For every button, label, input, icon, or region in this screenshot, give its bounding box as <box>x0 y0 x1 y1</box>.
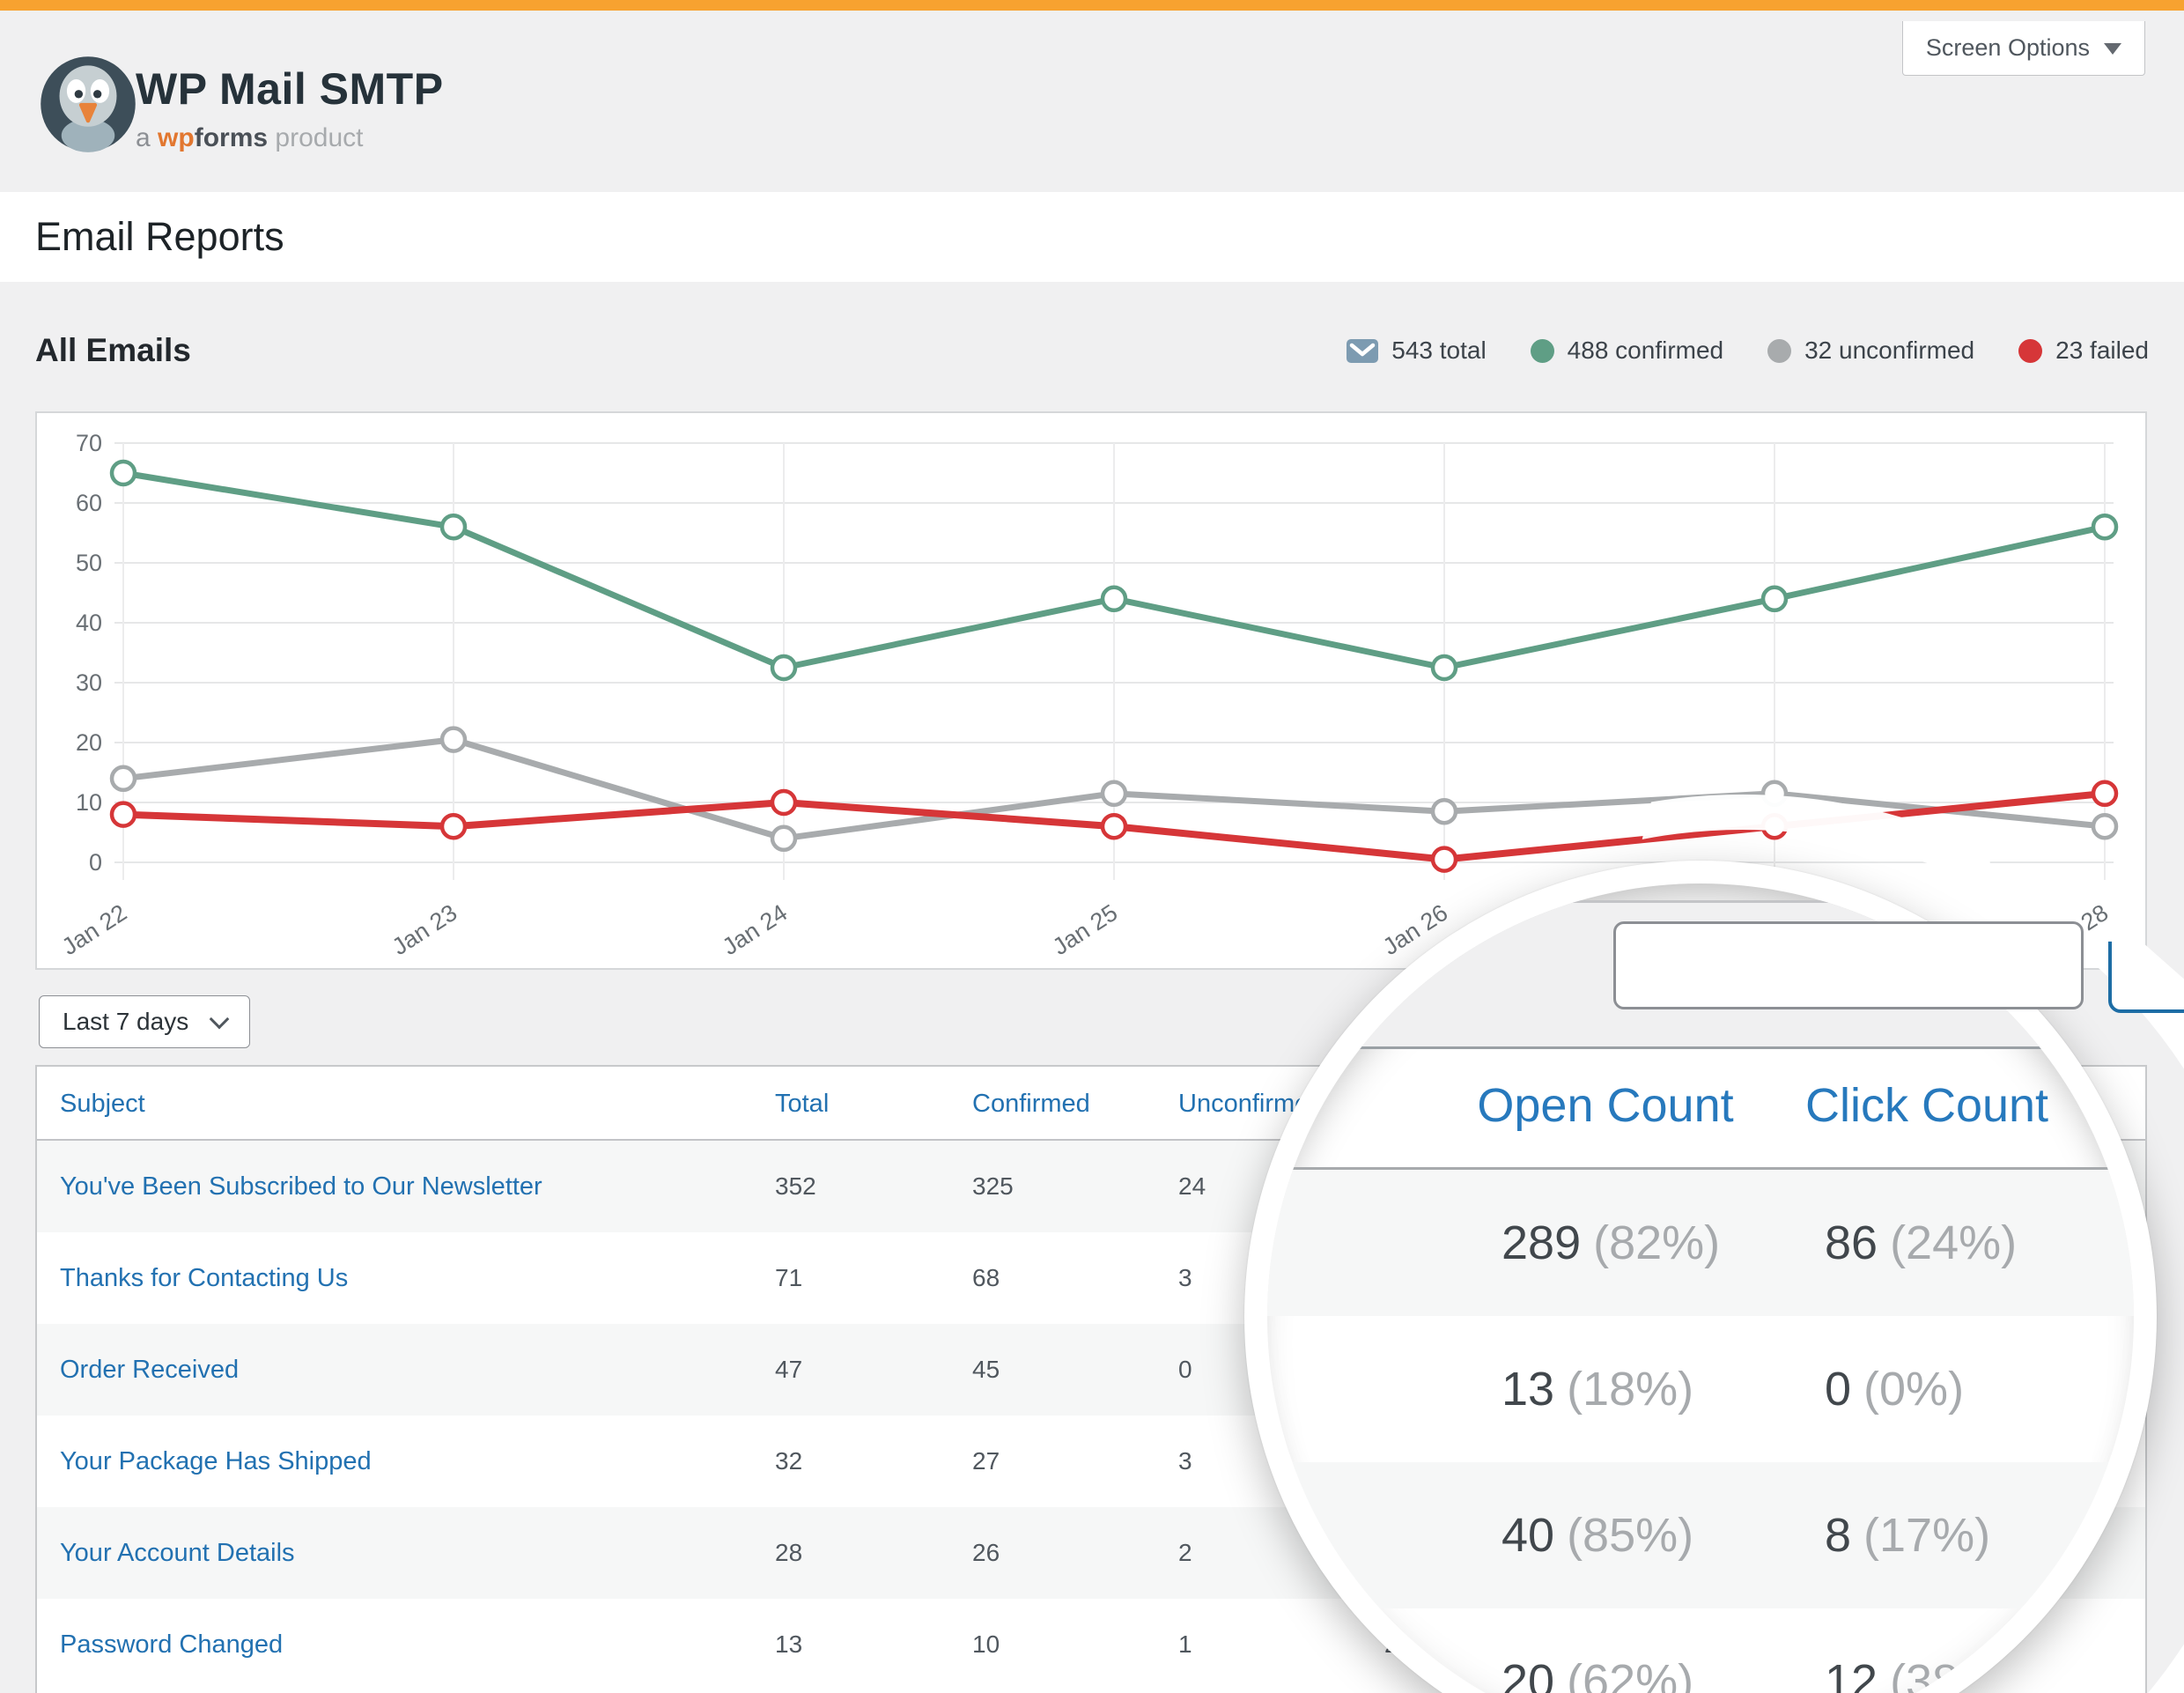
wp-mail-smtp-pigeon-logo <box>39 55 137 153</box>
email-subject-link[interactable]: Order Received <box>60 1324 239 1416</box>
unconfirmed-value: 0 <box>1178 1324 1192 1416</box>
page-title: Email Reports <box>35 192 284 282</box>
chevron-down-icon <box>2104 43 2121 55</box>
legend-label: 488 confirmed <box>1568 336 1723 365</box>
total-value: 71 <box>775 1232 802 1324</box>
total-value: 28 <box>775 1507 802 1599</box>
column-header-click-count[interactable]: Click Count <box>1805 1070 2048 1141</box>
svg-text:70: 70 <box>76 430 102 456</box>
open-count-value: 289(82%) <box>1502 1170 1720 1316</box>
svg-text:Jan 23: Jan 23 <box>387 899 461 960</box>
confirmed-value: 68 <box>972 1232 1000 1324</box>
unconfirmed-value: 2 <box>1178 1507 1192 1599</box>
tagline-forms: forms <box>195 123 268 152</box>
svg-text:40: 40 <box>76 610 102 636</box>
confirmed-value: 27 <box>972 1416 1000 1507</box>
confirmed-value: 325 <box>972 1141 1014 1232</box>
svg-text:Jan 24: Jan 24 <box>718 899 792 960</box>
click-count-value: 12(38%) <box>1825 1608 2017 1693</box>
legend-item: 23 failed <box>2018 336 2149 365</box>
brand-top-bar <box>0 0 2184 11</box>
confirmed-value: 26 <box>972 1507 1000 1599</box>
svg-text:Jan 22: Jan 22 <box>57 899 131 960</box>
click-count-value: 0(0%) <box>1825 1316 1964 1462</box>
unconfirmed-value: 1 <box>1178 1599 1192 1690</box>
tagline-wp: wp <box>158 123 195 152</box>
legend-item: 32 unconfirmed <box>1767 336 1974 365</box>
envelope-icon <box>1347 339 1378 363</box>
magnified-table-row: 40(85%) 8(17%) <box>1267 1462 2134 1608</box>
svg-text:10: 10 <box>76 789 102 816</box>
magnified-table-row: 289(82%) 86(24%) <box>1267 1170 2134 1316</box>
svg-text:60: 60 <box>76 490 102 516</box>
column-header-subject[interactable]: Subject <box>60 1067 145 1141</box>
plugin-header: WP Mail SMTP a wpforms product Screen Op… <box>0 11 2184 192</box>
email-subject-link[interactable]: Your Account Details <box>60 1507 295 1599</box>
date-range-select[interactable]: Last 7 days <box>39 995 250 1048</box>
confirmed-value: 10 <box>972 1599 1000 1690</box>
date-range-value: Last 7 days <box>63 1008 188 1035</box>
legend-dot-icon <box>2018 339 2042 363</box>
column-header-open-count[interactable]: Open Count <box>1477 1070 1733 1141</box>
email-subject-link[interactable]: Thanks for Contacting Us <box>60 1232 348 1324</box>
legend-item: 543 total <box>1347 336 1486 365</box>
app-title: WP Mail SMTP <box>136 63 444 115</box>
open-count-value: 20(62%) <box>1502 1608 1693 1693</box>
email-subject-link[interactable]: Your Package Has Shipped <box>60 1416 372 1507</box>
chart-legend: 543 total 488 confirmed 32 unconfirmed 23 f… <box>1347 336 2149 365</box>
legend-label: 32 unconfirmed <box>1804 336 1974 365</box>
unconfirmed-value: 3 <box>1178 1232 1192 1324</box>
legend-label: 543 total <box>1391 336 1486 365</box>
open-count-value: 13(18%) <box>1502 1316 1693 1462</box>
column-header-confirmed[interactable]: Confirmed <box>972 1067 1090 1141</box>
screen-options-button[interactable]: Screen Options <box>1902 21 2145 76</box>
total-value: 352 <box>775 1141 816 1232</box>
legend-label: 23 failed <box>2055 336 2149 365</box>
unconfirmed-value: 24 <box>1178 1141 1206 1232</box>
svg-text:Jan 25: Jan 25 <box>1048 899 1122 960</box>
unconfirmed-value: 3 <box>1178 1416 1192 1507</box>
legend-item: 488 confirmed <box>1531 336 1723 365</box>
legend-dot-icon <box>1531 339 1554 363</box>
total-value: 13 <box>775 1599 802 1690</box>
all-emails-section-head: All Emails 543 total 488 confirmed 32 unco… <box>35 314 2149 388</box>
total-value: 32 <box>775 1416 802 1507</box>
svg-text:30: 30 <box>76 669 102 696</box>
magnified-table-row: 13(18%) 0(0%) <box>1267 1316 2134 1462</box>
chevron-down-icon <box>210 1009 230 1030</box>
email-subject-link[interactable]: You've Been Subscribed to Our Newsletter <box>60 1141 542 1232</box>
svg-text:50: 50 <box>76 550 102 576</box>
total-value: 47 <box>775 1324 802 1416</box>
svg-text:0: 0 <box>89 849 102 876</box>
email-subject-link[interactable]: Password Changed <box>60 1599 283 1690</box>
click-count-value: 8(17%) <box>1825 1462 1990 1608</box>
magnified-search-input[interactable] <box>1613 921 2084 1009</box>
click-count-value: 86(24%) <box>1825 1170 2017 1316</box>
open-count-value: 40(85%) <box>1502 1462 1693 1608</box>
confirmed-value: 45 <box>972 1324 1000 1416</box>
magnified-table-row: 20(62%) 12(38%) <box>1267 1608 2134 1693</box>
tagline-suffix: product <box>275 123 363 152</box>
column-header-total[interactable]: Total <box>775 1067 829 1141</box>
screen-options-label: Screen Options <box>1926 34 2090 61</box>
page-title-band: Email Reports <box>0 192 2184 282</box>
svg-text:20: 20 <box>76 729 102 756</box>
section-title: All Emails <box>35 332 191 369</box>
brand-block: WP Mail SMTP a wpforms product <box>136 63 444 153</box>
tagline-prefix: a <box>136 123 151 152</box>
legend-dot-icon <box>1767 339 1791 363</box>
magnified-table-top-edge <box>1267 1046 2134 1049</box>
app-tagline: a wpforms product <box>136 123 444 153</box>
